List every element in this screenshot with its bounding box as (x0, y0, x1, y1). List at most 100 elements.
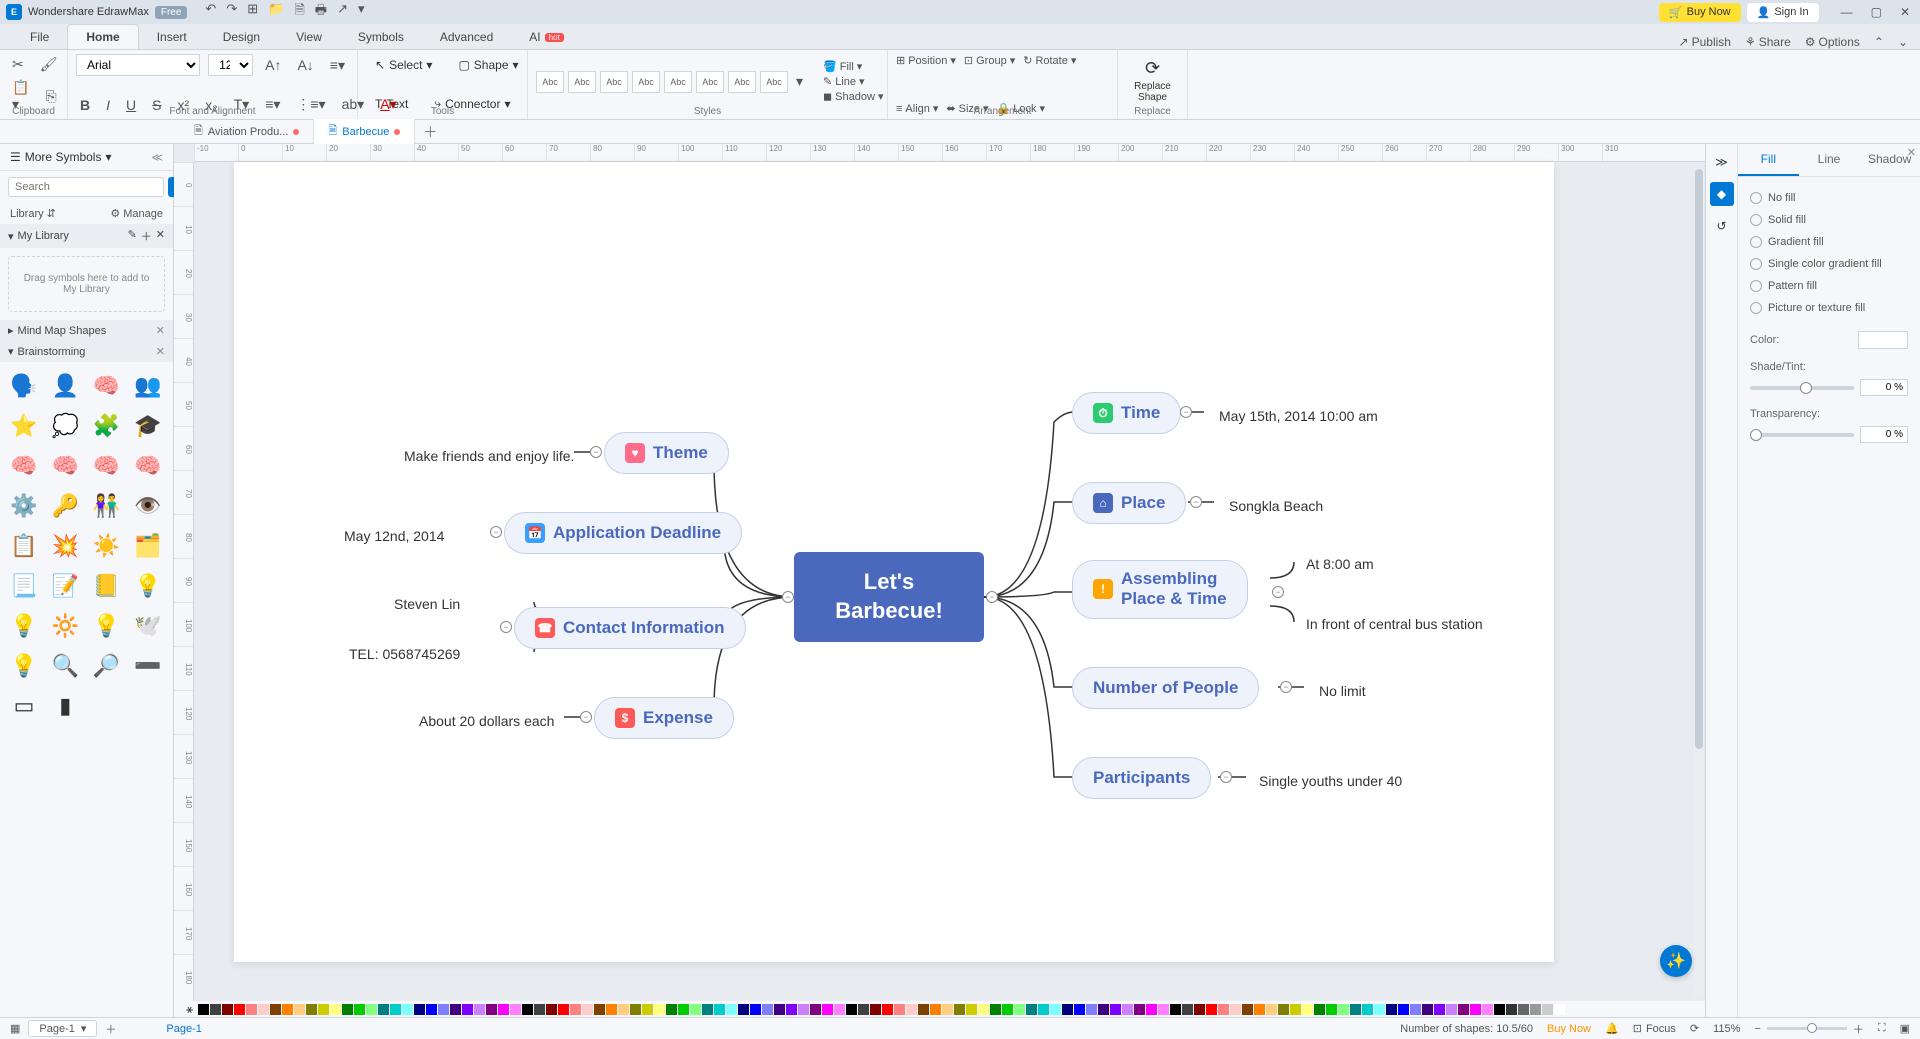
color-swatch[interactable] (366, 1004, 377, 1015)
connector-dot[interactable]: − (1220, 771, 1232, 783)
status-bell-icon[interactable]: 🔔 (1605, 1022, 1619, 1035)
color-swatch[interactable] (1422, 1004, 1433, 1015)
color-swatch[interactable] (1038, 1004, 1049, 1015)
color-swatch[interactable] (1134, 1004, 1145, 1015)
symbol-bird[interactable]: 🕊️ (132, 610, 164, 642)
menu-ai[interactable]: AI hot (511, 25, 581, 49)
color-swatch[interactable] (282, 1004, 293, 1015)
color-swatch[interactable] (1398, 1004, 1409, 1015)
color-swatch[interactable] (1458, 1004, 1469, 1015)
zoom-in-button[interactable]: ＋ (1853, 1021, 1864, 1037)
color-swatch[interactable] (534, 1004, 545, 1015)
symbol-gear-red[interactable]: ⚙️ (8, 490, 40, 522)
node-theme[interactable]: ♥Theme (604, 432, 729, 474)
color-swatch[interactable] (1230, 1004, 1241, 1015)
transparency-slider[interactable] (1750, 433, 1854, 437)
connector-dot[interactable]: − (580, 711, 592, 723)
color-swatch[interactable] (1350, 1004, 1361, 1015)
vertical-scrollbar[interactable] (1694, 168, 1704, 997)
symbol-brain-1[interactable]: 🧠 (8, 450, 40, 482)
mindmap-shapes-section[interactable]: ▸ Mind Map Shapes✕ (0, 320, 173, 341)
zoom-slider[interactable] (1767, 1027, 1847, 1030)
rotate-btn[interactable]: ↻ Rotate▾ (1023, 54, 1076, 67)
color-swatch[interactable] (558, 1004, 569, 1015)
color-swatch[interactable] (390, 1004, 401, 1015)
color-swatch[interactable] (498, 1004, 509, 1015)
symbol-search-input[interactable] (8, 177, 164, 197)
redo-icon[interactable]: ↷ (226, 1, 237, 23)
menu-design[interactable]: Design (205, 25, 278, 49)
color-swatch[interactable] (738, 1004, 749, 1015)
publish-button[interactable]: ↗Publish (1679, 35, 1731, 49)
color-swatch[interactable] (666, 1004, 677, 1015)
color-swatch[interactable] (210, 1004, 221, 1015)
cut-icon[interactable]: ✂ (8, 54, 28, 75)
color-swatch[interactable] (714, 1004, 725, 1015)
canvas-page[interactable]: Let's Barbecue! ♥Theme − Make friends an… (234, 162, 1554, 962)
node-place[interactable]: ⌂Place (1072, 482, 1186, 524)
ribbon-expand-icon[interactable]: ⌃ (1874, 35, 1884, 49)
increase-font-icon[interactable]: A↑ (261, 55, 285, 75)
color-swatch[interactable] (942, 1004, 953, 1015)
add-tab-button[interactable]: ＋ (415, 119, 445, 145)
share-button[interactable]: ⚘Share (1745, 35, 1791, 49)
symbol-bulb-4[interactable]: 💡 (8, 650, 40, 682)
color-swatch[interactable] (1506, 1004, 1517, 1015)
position-btn[interactable]: ⊞ Position▾ (896, 54, 956, 67)
symbol-brain-3[interactable]: 🧠 (91, 450, 123, 482)
history-panel-icon[interactable]: ↺ (1710, 214, 1734, 238)
symbol-bulb-2[interactable]: 💡 (8, 610, 40, 642)
save-icon[interactable]: 🗎 (294, 1, 304, 23)
color-swatch[interactable] (798, 1004, 809, 1015)
shade-slider[interactable] (1750, 386, 1854, 390)
maximize-button[interactable]: ▢ (1867, 3, 1886, 21)
color-swatch[interactable] (618, 1004, 629, 1015)
leaf-expense-1[interactable]: About 20 dollars each (409, 707, 564, 735)
symbol-card[interactable]: 🗂️ (132, 530, 164, 562)
symbol-puzzle[interactable]: 🧩 (91, 410, 123, 442)
color-swatch[interactable] (1050, 1004, 1061, 1015)
color-swatch[interactable] (762, 1004, 773, 1015)
symbol-sticky[interactable]: 📒 (91, 570, 123, 602)
color-swatch[interactable] (318, 1004, 329, 1015)
color-swatch[interactable] (582, 1004, 593, 1015)
symbol-checklist[interactable]: 📝 (49, 570, 81, 602)
color-swatch[interactable] (198, 1004, 209, 1015)
style-more-icon[interactable]: ▾ (792, 71, 807, 93)
ribbon-collapse-icon[interactable]: ⌄ (1898, 35, 1908, 49)
color-swatch[interactable] (966, 1004, 977, 1015)
color-swatch[interactable] (954, 1004, 965, 1015)
symbol-list[interactable]: 📃 (8, 570, 40, 602)
menu-advanced[interactable]: Advanced (422, 25, 511, 49)
font-size-select[interactable]: 12 (208, 54, 253, 76)
color-swatch[interactable] (354, 1004, 365, 1015)
leaf-contact-2[interactable]: TEL: 0568745269 (339, 640, 470, 668)
undo-icon[interactable]: ↶ (205, 1, 216, 23)
color-swatch[interactable] (630, 1004, 641, 1015)
options-button[interactable]: ⚙Options (1805, 35, 1860, 49)
color-swatch[interactable] (1014, 1004, 1025, 1015)
library-link[interactable]: Library ⇵ (10, 207, 56, 220)
color-swatch[interactable] (1158, 1004, 1169, 1015)
color-swatch[interactable] (1554, 1004, 1565, 1015)
shadow-btn[interactable]: ◼Shadow▾ (823, 90, 883, 103)
color-swatch[interactable] (1386, 1004, 1397, 1015)
color-swatch[interactable] (1326, 1004, 1337, 1015)
style-4[interactable]: Abc (632, 71, 660, 93)
color-swatch[interactable] (678, 1004, 689, 1015)
color-swatch[interactable] (222, 1004, 233, 1015)
canvas[interactable]: -100102030405060708090100110120130140150… (174, 144, 1705, 1037)
symbol-star-head[interactable]: ⭐ (8, 410, 40, 442)
color-swatch[interactable] (1194, 1004, 1205, 1015)
doctab-barbecue[interactable]: 🗎 Barbecue (314, 119, 415, 144)
leaf-place-1[interactable]: Songkla Beach (1219, 492, 1333, 520)
color-swatch[interactable] (1146, 1004, 1157, 1015)
open-icon[interactable]: 📁 (268, 1, 284, 23)
leaf-assembling-2[interactable]: In front of central bus station (1296, 610, 1493, 638)
zoom-value[interactable]: 115% (1713, 1023, 1740, 1035)
color-swatch[interactable] (990, 1004, 1001, 1015)
color-swatch[interactable] (1410, 1004, 1421, 1015)
refresh-icon[interactable]: ⟳ (1690, 1022, 1699, 1035)
leaf-time-1[interactable]: May 15th, 2014 10:00 am (1209, 402, 1388, 430)
mylib-add-icon[interactable]: ＋ (141, 228, 152, 244)
